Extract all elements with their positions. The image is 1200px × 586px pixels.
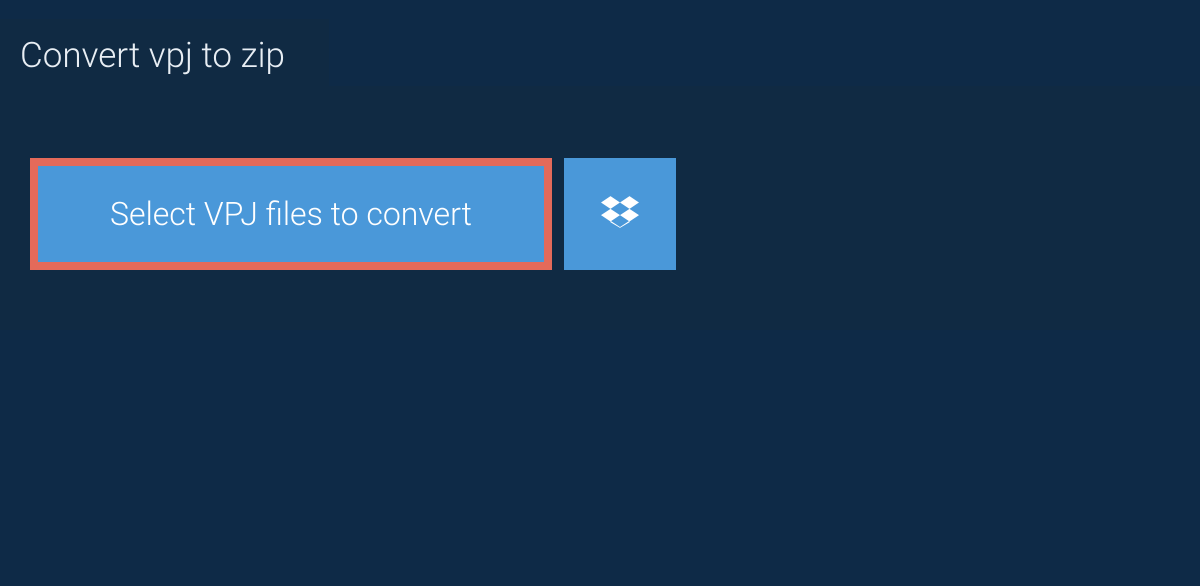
select-files-label: Select VPJ files to convert bbox=[110, 195, 472, 233]
button-area: Select VPJ files to convert bbox=[0, 86, 1200, 330]
tab-convert[interactable]: Convert vpj to zip bbox=[0, 19, 329, 92]
converter-panel: Convert vpj to zip Select VPJ files to c… bbox=[0, 86, 1200, 330]
dropbox-button[interactable] bbox=[564, 158, 676, 270]
dropbox-icon bbox=[601, 193, 639, 235]
select-files-button[interactable]: Select VPJ files to convert bbox=[30, 158, 552, 270]
tab-title: Convert vpj to zip bbox=[20, 35, 285, 76]
